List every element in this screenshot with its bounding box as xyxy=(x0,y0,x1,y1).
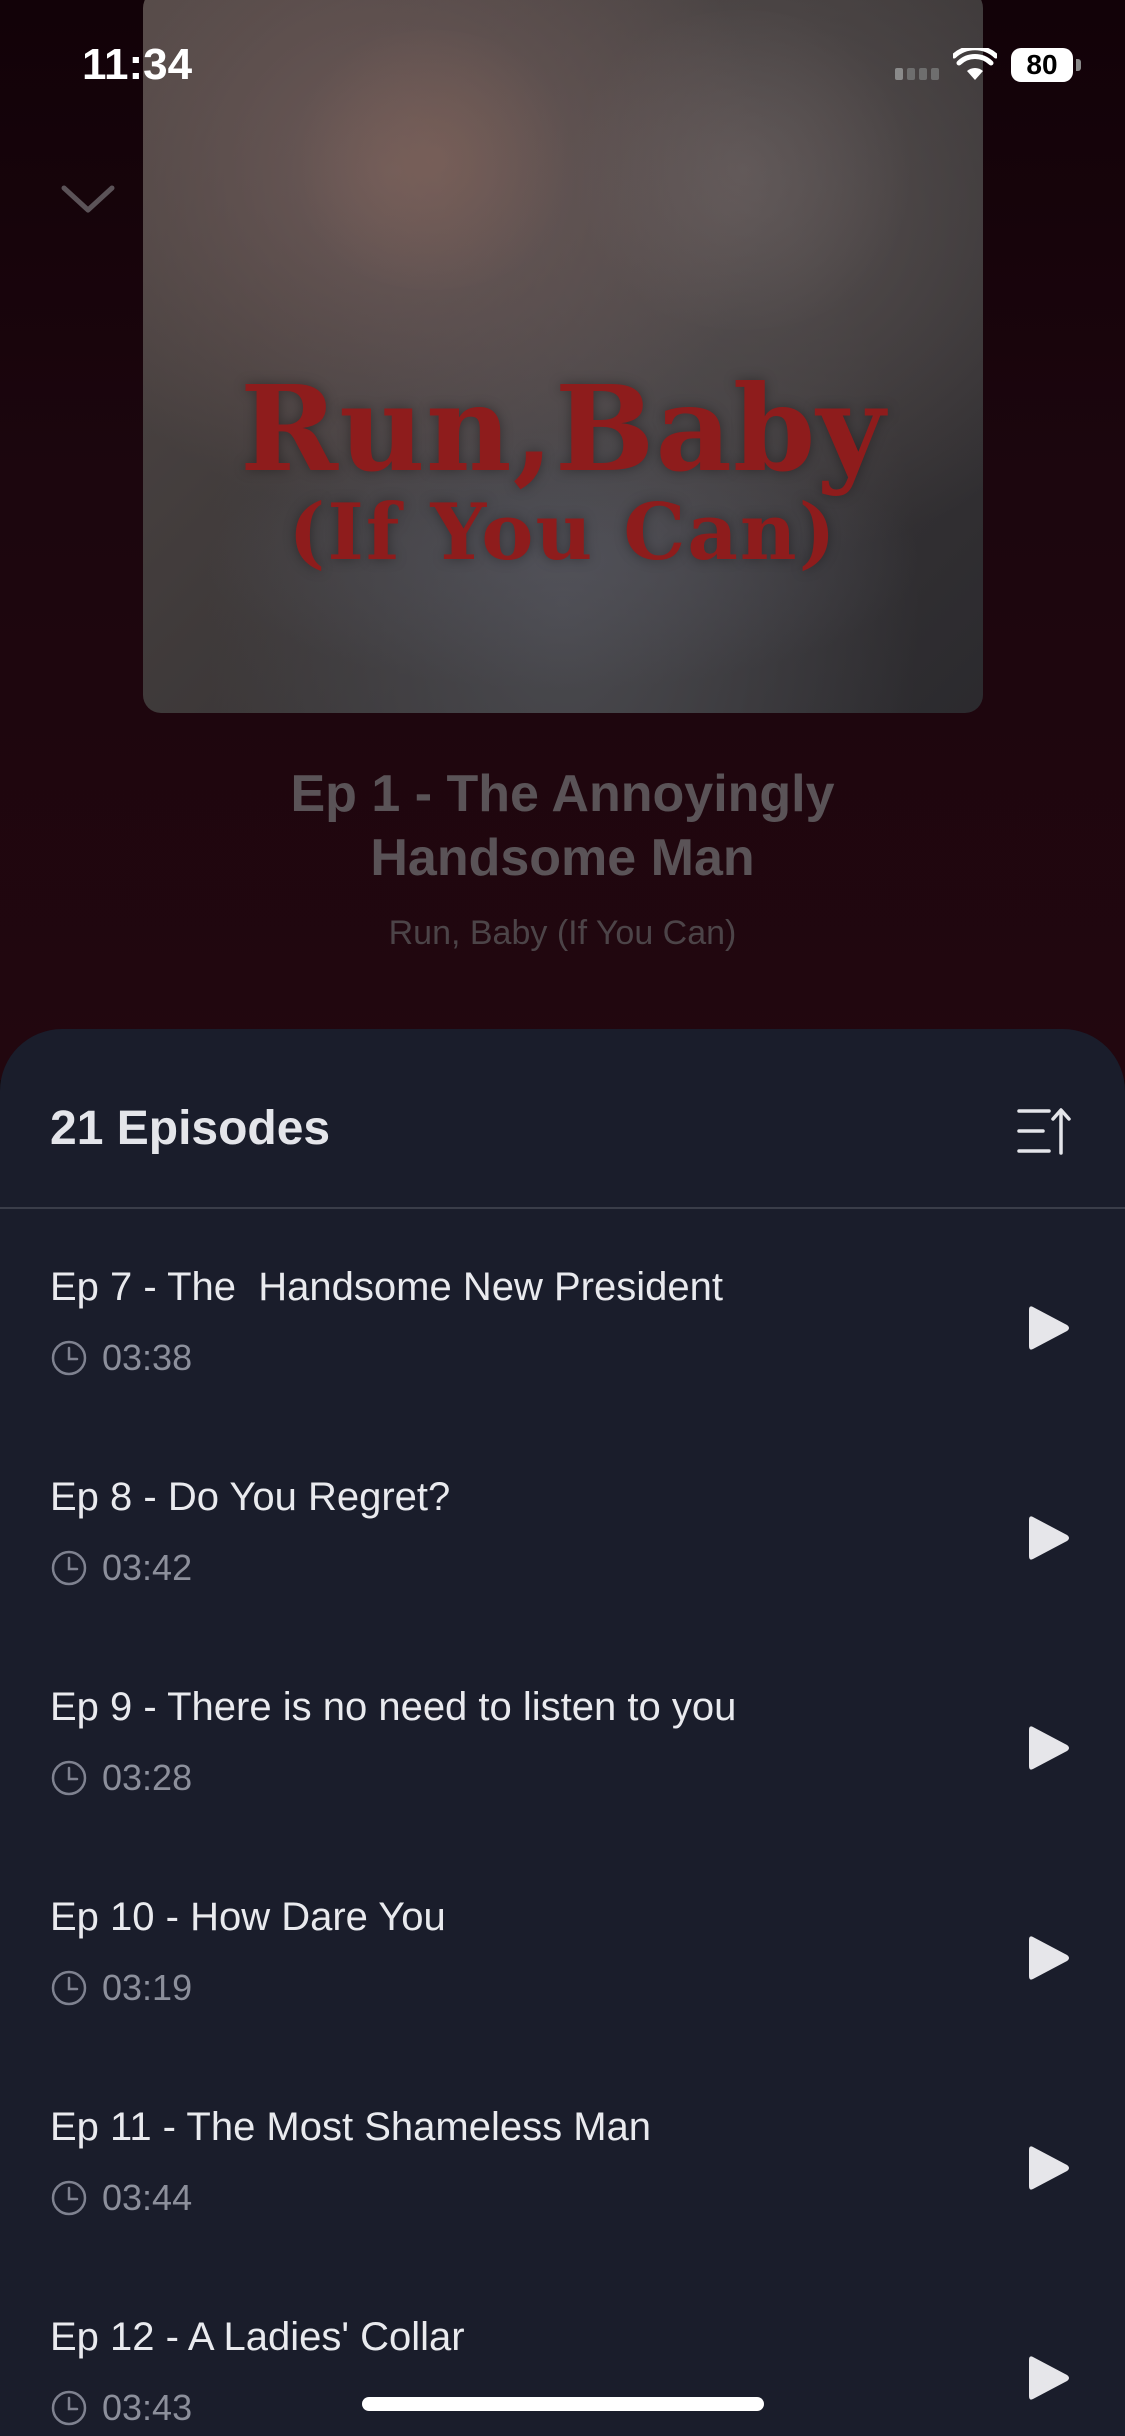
cover-figure-man xyxy=(563,10,923,330)
play-icon[interactable] xyxy=(1025,1511,1073,1565)
episode-title: Ep 7 - The Handsome New President xyxy=(50,1265,723,1309)
episode-title: Ep 11 - The Most Shameless Man xyxy=(50,2105,652,2149)
player-screen: Run,Baby (If You Can) Ep 1 - The Annoyin… xyxy=(0,0,1125,2436)
play-icon[interactable] xyxy=(1025,2351,1073,2405)
battery-cap xyxy=(1076,59,1081,71)
episode-meta: 03:38 xyxy=(50,1337,192,1379)
episodes-sheet: 21 Episodes Ep 7 - The Handsome New Pres… xyxy=(0,1029,1125,2436)
cover-figure-woman xyxy=(283,30,583,290)
clock-icon xyxy=(51,2180,87,2216)
episode-meta: 03:42 xyxy=(50,1547,192,1589)
episode-title: Ep 8 - Do You Regret? xyxy=(50,1475,451,1519)
episode-duration: 03:38 xyxy=(102,1337,193,1378)
now-playing-series-name: Run, Baby (If You Can) xyxy=(388,914,737,952)
cover-art: Run,Baby (If You Can) xyxy=(143,0,983,713)
episode-meta: 03:44 xyxy=(50,2177,192,2219)
now-playing-episode-title: Ep 1 - The Annoyingly Handsome Man xyxy=(290,765,835,887)
episode-title: Ep 10 - How Dare You xyxy=(50,1895,446,1939)
status-indicators: 80 xyxy=(895,48,1081,82)
battery-level: 80 xyxy=(1026,49,1058,80)
episode-row[interactable]: Ep 10 - How Dare You 03:19 xyxy=(0,1839,1125,2049)
cover-title-line2: (If You Can) xyxy=(288,487,838,578)
wifi-icon xyxy=(953,48,997,80)
episode-duration: 03:19 xyxy=(102,1967,193,2008)
episodes-sheet-header: 21 Episodes xyxy=(0,1029,1125,1209)
home-indicator[interactable] xyxy=(362,2397,764,2411)
episode-meta: 03:28 xyxy=(50,1757,192,1799)
episode-meta: 03:43 xyxy=(50,2387,192,2429)
episode-title: Ep 12 - A Ladies' Collar xyxy=(50,2315,465,2359)
battery-body: 80 xyxy=(1011,48,1073,82)
player-background: Run,Baby (If You Can) Ep 1 - The Annoyin… xyxy=(0,0,1125,1080)
play-icon[interactable] xyxy=(1025,1931,1073,1985)
play-icon[interactable] xyxy=(1025,2141,1073,2195)
episode-row[interactable]: Ep 7 - The Handsome New President 03:38 xyxy=(0,1209,1125,1419)
episode-count: 21 Episodes xyxy=(50,1102,331,1155)
status-time: 11:34 xyxy=(82,40,193,89)
chevron-down-icon[interactable] xyxy=(58,178,118,218)
cover-title: Run,Baby (If You Can) xyxy=(143,370,983,572)
episode-title: Ep 9 - There is no need to listen to you xyxy=(50,1685,737,1729)
clock-icon xyxy=(51,1970,87,2006)
episode-row[interactable]: Ep 11 - The Most Shameless Man 03:44 xyxy=(0,2049,1125,2259)
battery-icon: 80 xyxy=(1011,48,1081,82)
sort-order-icon[interactable] xyxy=(1015,1103,1073,1159)
episode-list: Ep 7 - The Handsome New President 03:38 … xyxy=(0,1209,1125,2436)
episode-row[interactable]: Ep 9 - There is no need to listen to you… xyxy=(0,1629,1125,1839)
episode-duration: 03:42 xyxy=(102,1547,193,1588)
episode-duration: 03:44 xyxy=(102,2177,193,2218)
play-icon[interactable] xyxy=(1025,1301,1073,1355)
episode-meta: 03:19 xyxy=(50,1967,192,2009)
clock-icon xyxy=(51,1550,87,1586)
cover-title-line1: Run,Baby xyxy=(240,359,886,498)
clock-icon xyxy=(51,1340,87,1376)
episode-duration: 03:28 xyxy=(102,1757,193,1798)
episode-row[interactable]: Ep 8 - Do You Regret? 03:42 xyxy=(0,1419,1125,1629)
cellular-signal-icon xyxy=(895,50,939,80)
play-icon[interactable] xyxy=(1025,1721,1073,1775)
episode-duration: 03:43 xyxy=(102,2387,193,2428)
clock-icon xyxy=(51,1760,87,1796)
clock-icon xyxy=(51,2390,87,2426)
